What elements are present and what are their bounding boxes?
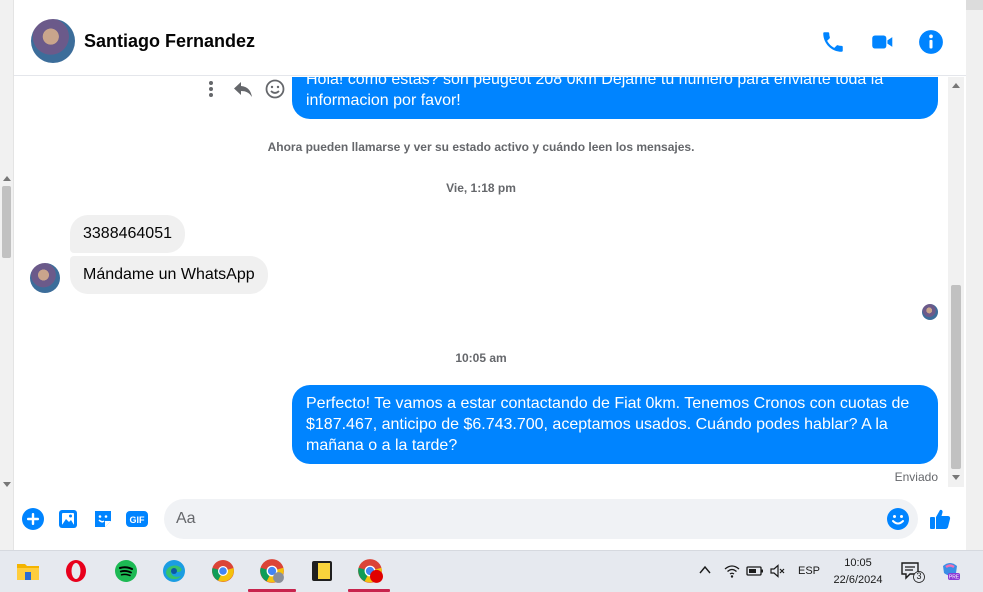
screen: Santiago Fernandez Hola! como estas? son… — [0, 0, 983, 592]
window-edge-top — [966, 0, 983, 10]
page-scrollbar-thumb[interactable] — [2, 186, 11, 258]
edge-icon[interactable] — [161, 558, 187, 584]
message-scrollbar-thumb[interactable] — [951, 285, 961, 469]
chrome-notification-icon[interactable] — [357, 558, 383, 584]
battery-icon[interactable] — [746, 563, 764, 582]
timestamp-divider: Vie, 1:18 pm — [446, 181, 516, 195]
scroll-up-arrow-icon[interactable] — [3, 176, 11, 181]
scroll-up-arrow-icon[interactable] — [952, 83, 960, 88]
incoming-message[interactable]: 3388464051 — [70, 215, 185, 253]
contact-name[interactable]: Santiago Fernandez — [84, 31, 255, 52]
clock-time: 10:05 — [844, 557, 872, 569]
chat-panel: Santiago Fernandez Hola! como estas? son… — [14, 0, 966, 550]
info-icon[interactable] — [918, 29, 944, 55]
wifi-icon[interactable] — [724, 563, 740, 582]
copilot-icon[interactable]: PRE — [939, 560, 961, 585]
reply-icon[interactable] — [232, 78, 254, 100]
page-scrollbar[interactable] — [0, 0, 14, 550]
notification-center-icon[interactable]: 3 — [901, 561, 927, 586]
scroll-down-arrow-icon[interactable] — [952, 475, 960, 480]
window-edge — [966, 0, 983, 550]
message-input[interactable] — [176, 499, 876, 539]
conversation-header: Santiago Fernandez — [14, 6, 966, 76]
add-icon[interactable] — [21, 507, 45, 531]
message-scrollbar[interactable] — [948, 77, 964, 487]
chevron-up-icon[interactable] — [698, 563, 712, 580]
message-list[interactable]: Hola! como estas? son peugeot 208 0km De… — [14, 77, 948, 487]
message-input-wrapper — [164, 499, 918, 539]
sticker-icon[interactable] — [91, 507, 115, 531]
copilot-pre-label: PRE — [949, 575, 960, 581]
system-info-note: Ahora pueden llamarse y ver su estado ac… — [267, 140, 695, 154]
react-icon[interactable] — [264, 78, 286, 100]
outgoing-message[interactable]: Perfecto! Te vamos a estar contactando d… — [292, 385, 938, 464]
image-icon[interactable] — [56, 507, 80, 531]
clock-date: 22/6/2024 — [833, 574, 883, 586]
incoming-message[interactable]: Mándame un WhatsApp — [70, 256, 268, 294]
seen-indicator-avatar — [922, 304, 938, 320]
message-actions — [200, 77, 286, 101]
emoji-icon[interactable] — [886, 507, 910, 531]
taskbar-clock[interactable]: 10:05 22/6/2024 — [826, 555, 890, 589]
input-language-indicator[interactable]: ESP — [798, 565, 820, 577]
scroll-down-arrow-icon[interactable] — [3, 482, 11, 487]
message-status: Enviado — [894, 470, 938, 484]
speaker-muted-icon[interactable] — [769, 563, 785, 582]
message-composer: GIF — [14, 494, 966, 546]
more-options-icon[interactable] — [200, 78, 222, 100]
taskbar: ESP 10:05 22/6/2024 3 PRE — [0, 550, 983, 592]
spotify-icon[interactable] — [113, 558, 139, 584]
notification-count-badge: 3 — [916, 571, 922, 581]
chrome-profile-icon[interactable] — [259, 558, 285, 584]
chrome-icon[interactable] — [210, 558, 236, 584]
sender-avatar — [30, 263, 60, 293]
gif-icon[interactable]: GIF — [125, 507, 149, 531]
file-explorer-icon[interactable] — [15, 558, 41, 584]
gif-label: GIF — [130, 515, 146, 525]
thumbs-up-icon[interactable] — [928, 507, 952, 531]
opera-icon[interactable] — [63, 558, 89, 584]
outgoing-message[interactable]: Hola! como estas? son peugeot 208 0km De… — [292, 77, 938, 119]
contact-avatar[interactable] — [31, 19, 75, 63]
sticky-notes-icon[interactable] — [309, 558, 335, 584]
video-camera-icon[interactable] — [869, 29, 895, 55]
timestamp-divider: 10:05 am — [455, 351, 507, 365]
phone-icon[interactable] — [820, 29, 846, 55]
